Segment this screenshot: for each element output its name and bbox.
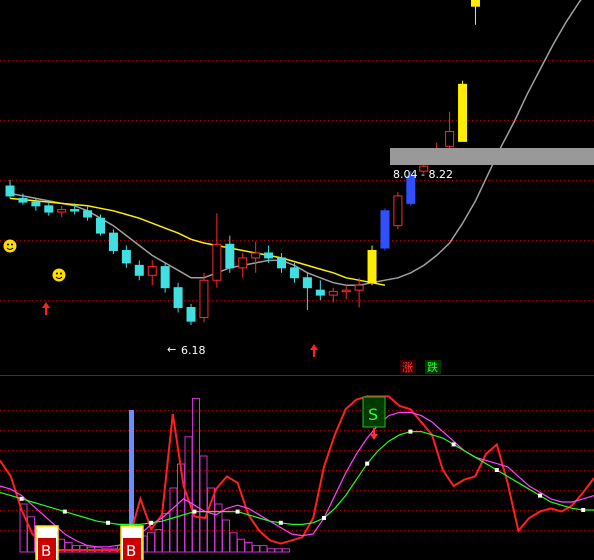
candle-body [44,205,54,213]
candle-body [315,289,325,296]
smile-icon [52,268,66,282]
candle-body [134,264,144,276]
indicator-marker [408,429,413,434]
tag-up-label: 涨 [402,361,413,374]
candle-body [302,277,312,289]
candle-body [212,243,222,281]
candle-body [121,249,131,264]
candle-body [160,266,170,289]
low-price-label: 6.18 [181,344,206,357]
candle-body [289,267,299,279]
smile-icon [3,239,17,253]
candle-body [264,252,274,259]
indicator-marker [322,516,326,520]
candle-body [225,243,235,269]
candle-body [186,307,196,322]
indicator-marker [278,520,283,525]
buy-flag-label: B [41,542,51,560]
left-arrow-icon: ← [167,343,176,356]
indicator-marker [192,509,197,514]
indicator-marker [19,496,24,501]
indicator-marker [62,509,67,514]
candle-body [380,210,390,249]
candle-body [328,290,338,296]
indicator-marker [494,468,499,472]
candle-body [458,83,468,142]
candle-body [173,287,183,309]
candle-body [96,217,106,234]
indicator-marker [365,461,370,466]
price-zone-bar [390,148,594,165]
price-zone-label: 8.04 - 8.22 [393,168,453,181]
candle-body [18,197,28,203]
indicator-marker [581,508,586,512]
candle-body [341,289,351,293]
sell-flag-label: S [368,405,378,424]
candle-body [70,209,80,212]
indicator-marker [451,442,456,447]
candle-body [393,195,403,227]
candle-body [83,210,93,218]
candle-body [5,185,15,197]
candle-body [470,0,480,7]
candle-body [147,266,157,276]
buy-flag-label: B [126,542,136,560]
indicator-marker [538,493,542,498]
stock-chart: 8.04 - 8.22 ← 6.18 涨 跌 S B B [0,0,594,560]
indicator-marker [149,520,154,525]
candle-body [445,130,455,147]
candle-body [277,257,287,269]
indicator-marker [106,520,110,525]
candle-body [251,252,261,259]
candle-body [367,249,377,284]
candle-body [199,279,209,318]
candle-body [108,232,118,251]
candle-body [31,201,41,207]
tag-down-label: 跌 [427,360,438,374]
candle-body [238,257,248,269]
candle-body [57,209,67,213]
indicator-marker [235,509,240,514]
candle-body [354,284,364,291]
